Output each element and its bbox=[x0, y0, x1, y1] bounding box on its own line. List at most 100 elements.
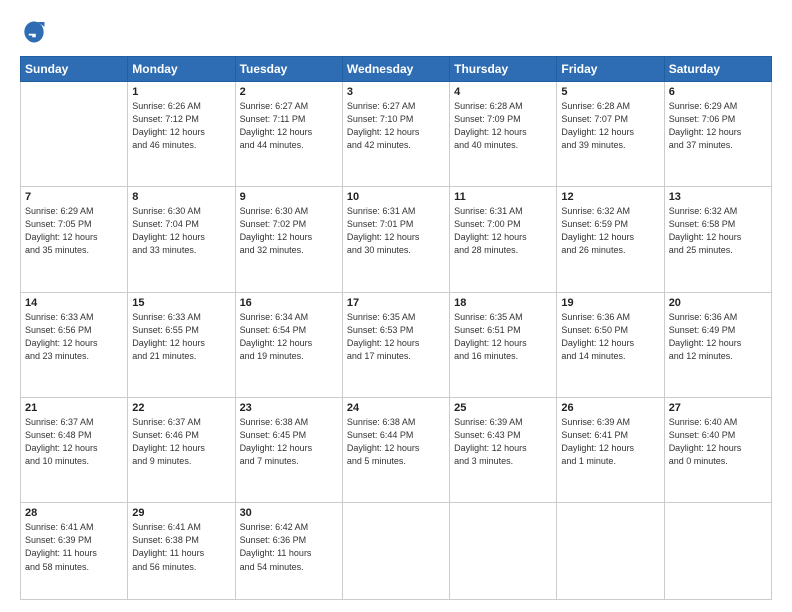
day-info: Sunrise: 6:35 AM Sunset: 6:53 PM Dayligh… bbox=[347, 311, 445, 363]
calendar-cell bbox=[664, 503, 771, 600]
calendar-cell: 14 Sunrise: 6:33 AM Sunset: 6:56 PM Dayli… bbox=[21, 292, 128, 397]
calendar-week-row: 21 Sunrise: 6:37 AM Sunset: 6:48 PM Dayli… bbox=[21, 398, 772, 503]
day-info: Sunrise: 6:37 AM Sunset: 6:48 PM Dayligh… bbox=[25, 416, 123, 468]
logo bbox=[20, 18, 52, 46]
calendar-cell: 28 Sunrise: 6:41 AM Sunset: 6:39 PM Dayli… bbox=[21, 503, 128, 600]
calendar-header-tuesday: Tuesday bbox=[235, 57, 342, 82]
day-info: Sunrise: 6:34 AM Sunset: 6:54 PM Dayligh… bbox=[240, 311, 338, 363]
day-number: 12 bbox=[561, 191, 659, 203]
day-number: 5 bbox=[561, 86, 659, 98]
day-info: Sunrise: 6:38 AM Sunset: 6:44 PM Dayligh… bbox=[347, 416, 445, 468]
day-number: 11 bbox=[454, 191, 552, 203]
header bbox=[20, 18, 772, 46]
day-number: 26 bbox=[561, 402, 659, 414]
day-info: Sunrise: 6:29 AM Sunset: 7:06 PM Dayligh… bbox=[669, 100, 767, 152]
calendar-header-friday: Friday bbox=[557, 57, 664, 82]
calendar-cell: 21 Sunrise: 6:37 AM Sunset: 6:48 PM Dayli… bbox=[21, 398, 128, 503]
calendar-week-row: 7Sunrise: 6:29 AM Sunset: 7:05 PM Daylig… bbox=[21, 187, 772, 292]
calendar-cell: 29Sunrise: 6:41 AM Sunset: 6:38 PM Dayli… bbox=[128, 503, 235, 600]
calendar-header-sunday: Sunday bbox=[21, 57, 128, 82]
day-info: Sunrise: 6:33 AM Sunset: 6:56 PM Dayligh… bbox=[25, 311, 123, 363]
day-number: 21 bbox=[25, 402, 123, 414]
day-info: Sunrise: 6:26 AM Sunset: 7:12 PM Dayligh… bbox=[132, 100, 230, 152]
calendar-cell: 7Sunrise: 6:29 AM Sunset: 7:05 PM Daylig… bbox=[21, 187, 128, 292]
calendar-cell bbox=[557, 503, 664, 600]
calendar-cell: 15 Sunrise: 6:33 AM Sunset: 6:55 PM Dayli… bbox=[128, 292, 235, 397]
day-info: Sunrise: 6:33 AM Sunset: 6:55 PM Dayligh… bbox=[132, 311, 230, 363]
calendar-cell: 12 Sunrise: 6:32 AM Sunset: 6:59 PM Dayli… bbox=[557, 187, 664, 292]
calendar-cell: 24 Sunrise: 6:38 AM Sunset: 6:44 PM Dayli… bbox=[342, 398, 449, 503]
day-info: Sunrise: 6:32 AM Sunset: 6:59 PM Dayligh… bbox=[561, 205, 659, 257]
day-info: Sunrise: 6:28 AM Sunset: 7:07 PM Dayligh… bbox=[561, 100, 659, 152]
calendar-cell bbox=[342, 503, 449, 600]
calendar-header-monday: Monday bbox=[128, 57, 235, 82]
calendar-table: SundayMondayTuesdayWednesdayThursdayFrid… bbox=[20, 56, 772, 600]
day-number: 24 bbox=[347, 402, 445, 414]
calendar-cell: 17 Sunrise: 6:35 AM Sunset: 6:53 PM Dayli… bbox=[342, 292, 449, 397]
day-info: Sunrise: 6:28 AM Sunset: 7:09 PM Dayligh… bbox=[454, 100, 552, 152]
day-number: 1 bbox=[132, 86, 230, 98]
calendar-week-row: 14 Sunrise: 6:33 AM Sunset: 6:56 PM Dayli… bbox=[21, 292, 772, 397]
calendar-cell bbox=[21, 82, 128, 187]
calendar-cell: 5 Sunrise: 6:28 AM Sunset: 7:07 PM Daylig… bbox=[557, 82, 664, 187]
day-number: 7 bbox=[25, 191, 123, 203]
day-info: Sunrise: 6:42 AM Sunset: 6:36 PM Dayligh… bbox=[240, 521, 338, 573]
day-info: Sunrise: 6:35 AM Sunset: 6:51 PM Dayligh… bbox=[454, 311, 552, 363]
calendar-cell: 13 Sunrise: 6:32 AM Sunset: 6:58 PM Dayli… bbox=[664, 187, 771, 292]
day-number: 18 bbox=[454, 297, 552, 309]
calendar-cell: 26 Sunrise: 6:39 AM Sunset: 6:41 PM Dayli… bbox=[557, 398, 664, 503]
day-info: Sunrise: 6:41 AM Sunset: 6:38 PM Dayligh… bbox=[132, 521, 230, 573]
day-info: Sunrise: 6:27 AM Sunset: 7:10 PM Dayligh… bbox=[347, 100, 445, 152]
calendar-cell: 25 Sunrise: 6:39 AM Sunset: 6:43 PM Dayli… bbox=[450, 398, 557, 503]
calendar-cell: 20 Sunrise: 6:36 AM Sunset: 6:49 PM Dayli… bbox=[664, 292, 771, 397]
calendar-cell: 4 Sunrise: 6:28 AM Sunset: 7:09 PM Daylig… bbox=[450, 82, 557, 187]
day-number: 9 bbox=[240, 191, 338, 203]
generalblue-logo-icon bbox=[20, 18, 48, 46]
day-number: 2 bbox=[240, 86, 338, 98]
day-number: 6 bbox=[669, 86, 767, 98]
calendar-cell: 11 Sunrise: 6:31 AM Sunset: 7:00 PM Dayli… bbox=[450, 187, 557, 292]
day-info: Sunrise: 6:31 AM Sunset: 7:01 PM Dayligh… bbox=[347, 205, 445, 257]
calendar-header-row: SundayMondayTuesdayWednesdayThursdayFrid… bbox=[21, 57, 772, 82]
day-number: 8 bbox=[132, 191, 230, 203]
day-number: 3 bbox=[347, 86, 445, 98]
day-info: Sunrise: 6:38 AM Sunset: 6:45 PM Dayligh… bbox=[240, 416, 338, 468]
calendar-cell: 27 Sunrise: 6:40 AM Sunset: 6:40 PM Dayli… bbox=[664, 398, 771, 503]
calendar-cell: 19Sunrise: 6:36 AM Sunset: 6:50 PM Dayli… bbox=[557, 292, 664, 397]
calendar-cell: 1 Sunrise: 6:26 AM Sunset: 7:12 PM Daylig… bbox=[128, 82, 235, 187]
calendar-cell: 8 Sunrise: 6:30 AM Sunset: 7:04 PM Daylig… bbox=[128, 187, 235, 292]
calendar-cell: 22Sunrise: 6:37 AM Sunset: 6:46 PM Dayli… bbox=[128, 398, 235, 503]
day-info: Sunrise: 6:39 AM Sunset: 6:43 PM Dayligh… bbox=[454, 416, 552, 468]
calendar-cell: 9Sunrise: 6:30 AM Sunset: 7:02 PM Daylig… bbox=[235, 187, 342, 292]
day-number: 27 bbox=[669, 402, 767, 414]
calendar-header-saturday: Saturday bbox=[664, 57, 771, 82]
day-number: 20 bbox=[669, 297, 767, 309]
day-number: 15 bbox=[132, 297, 230, 309]
day-info: Sunrise: 6:32 AM Sunset: 6:58 PM Dayligh… bbox=[669, 205, 767, 257]
day-number: 23 bbox=[240, 402, 338, 414]
day-number: 19 bbox=[561, 297, 659, 309]
day-number: 25 bbox=[454, 402, 552, 414]
day-info: Sunrise: 6:40 AM Sunset: 6:40 PM Dayligh… bbox=[669, 416, 767, 468]
calendar-header-wednesday: Wednesday bbox=[342, 57, 449, 82]
calendar-cell: 3 Sunrise: 6:27 AM Sunset: 7:10 PM Daylig… bbox=[342, 82, 449, 187]
day-info: Sunrise: 6:41 AM Sunset: 6:39 PM Dayligh… bbox=[25, 521, 123, 573]
calendar-week-row: 28 Sunrise: 6:41 AM Sunset: 6:39 PM Dayli… bbox=[21, 503, 772, 600]
calendar-cell bbox=[450, 503, 557, 600]
day-info: Sunrise: 6:39 AM Sunset: 6:41 PM Dayligh… bbox=[561, 416, 659, 468]
calendar-cell: 10Sunrise: 6:31 AM Sunset: 7:01 PM Dayli… bbox=[342, 187, 449, 292]
calendar-header-thursday: Thursday bbox=[450, 57, 557, 82]
day-number: 13 bbox=[669, 191, 767, 203]
calendar-cell: 16Sunrise: 6:34 AM Sunset: 6:54 PM Dayli… bbox=[235, 292, 342, 397]
day-number: 28 bbox=[25, 507, 123, 519]
calendar-cell: 6 Sunrise: 6:29 AM Sunset: 7:06 PM Daylig… bbox=[664, 82, 771, 187]
day-number: 22 bbox=[132, 402, 230, 414]
day-number: 17 bbox=[347, 297, 445, 309]
day-number: 4 bbox=[454, 86, 552, 98]
day-number: 30 bbox=[240, 507, 338, 519]
day-info: Sunrise: 6:31 AM Sunset: 7:00 PM Dayligh… bbox=[454, 205, 552, 257]
day-number: 14 bbox=[25, 297, 123, 309]
calendar-cell: 30 Sunrise: 6:42 AM Sunset: 6:36 PM Dayli… bbox=[235, 503, 342, 600]
day-info: Sunrise: 6:36 AM Sunset: 6:49 PM Dayligh… bbox=[669, 311, 767, 363]
day-info: Sunrise: 6:30 AM Sunset: 7:04 PM Dayligh… bbox=[132, 205, 230, 257]
